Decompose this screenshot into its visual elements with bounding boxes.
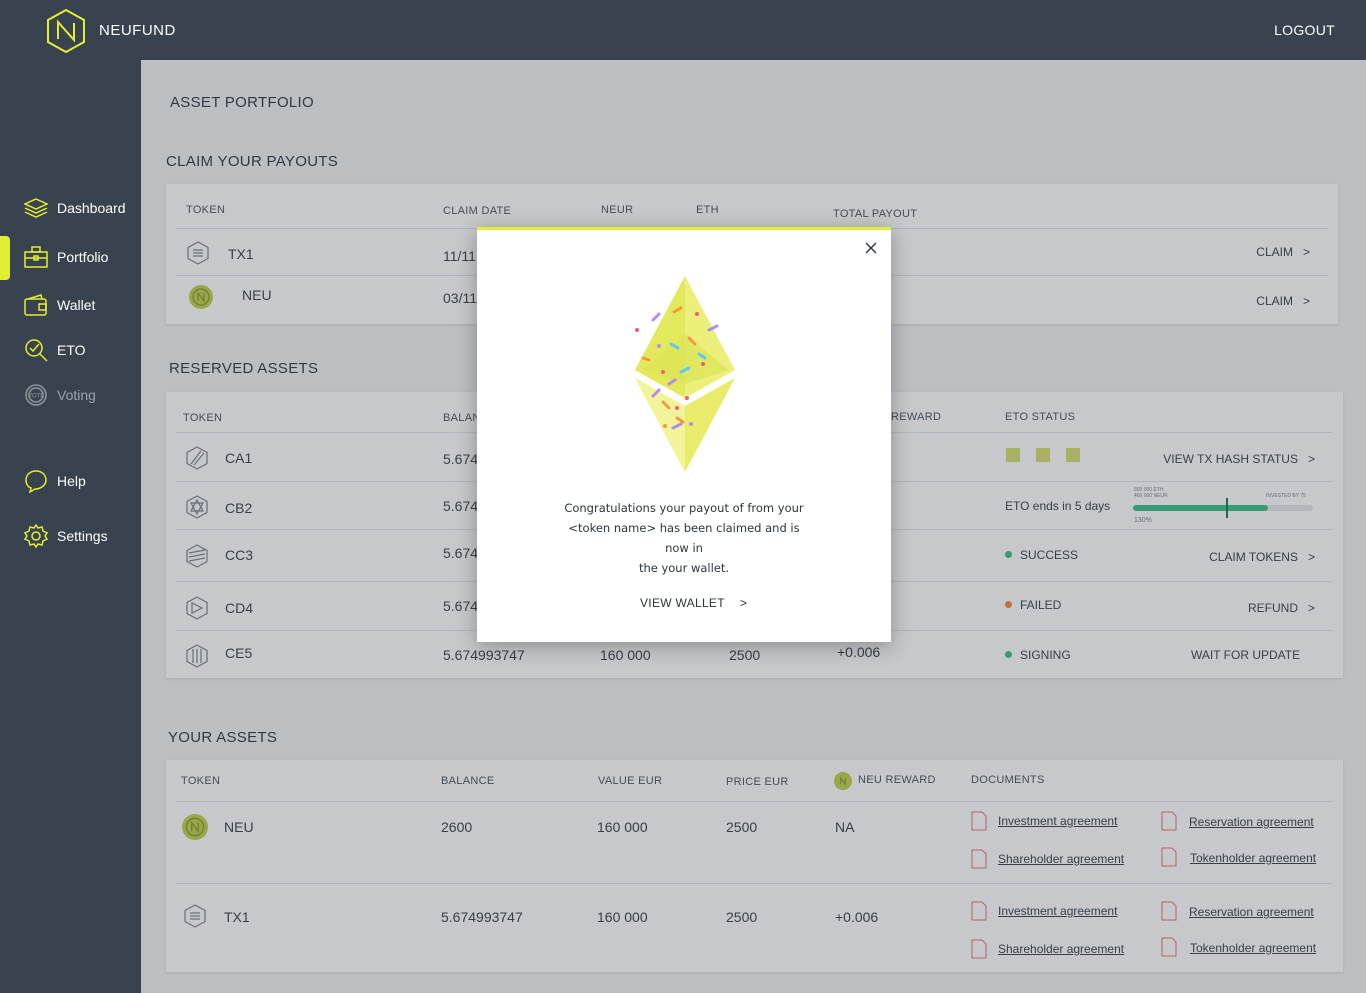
svg-text:VOTE: VOTE xyxy=(28,393,44,400)
ether-confetti-illustration xyxy=(635,276,735,472)
sidebar-item-label: Wallet xyxy=(57,297,96,313)
sidebar-item-label: Portfolio xyxy=(57,249,109,265)
sidebar-item-label: ETO xyxy=(57,342,86,358)
sidebar-item-wallet[interactable]: Wallet xyxy=(0,289,141,321)
top-bar: NEUFUND LOGOUT xyxy=(0,0,1366,60)
gear-icon xyxy=(24,524,48,548)
brand-name: NEUFUND xyxy=(99,22,176,39)
logout-button[interactable]: LOGOUT xyxy=(1274,22,1335,38)
sidebar: Dashboard Portfolio Wallet ETO VOTE Voti… xyxy=(0,60,141,993)
sidebar-item-help[interactable]: Help xyxy=(0,465,141,497)
sidebar-item-label: Help xyxy=(57,473,86,489)
sidebar-item-eto[interactable]: ETO xyxy=(0,334,141,366)
sidebar-item-voting[interactable]: VOTE Voting xyxy=(0,379,141,411)
sidebar-item-label: Dashboard xyxy=(57,200,126,216)
vote-icon: VOTE xyxy=(24,383,48,407)
close-icon[interactable] xyxy=(863,240,879,256)
modal-message: Congratulations your payout of from your… xyxy=(564,501,804,575)
payout-claimed-modal: Congratulations your payout of from your… xyxy=(477,227,891,642)
chat-icon xyxy=(24,469,48,493)
view-wallet-button[interactable]: VIEW WALLET > xyxy=(640,596,747,610)
sidebar-item-label: Settings xyxy=(57,528,108,544)
neufund-logo[interactable] xyxy=(47,9,85,53)
sidebar-item-dashboard[interactable]: Dashboard xyxy=(0,192,141,224)
layers-icon xyxy=(24,196,48,220)
chevron-right-icon: > xyxy=(739,596,748,610)
briefcase-icon xyxy=(24,245,48,269)
magnifier-check-icon xyxy=(24,338,48,362)
sidebar-item-settings[interactable]: Settings xyxy=(0,520,141,552)
sidebar-item-label: Voting xyxy=(57,387,96,403)
wallet-icon xyxy=(24,293,48,317)
sidebar-item-portfolio[interactable]: Portfolio xyxy=(0,241,141,273)
